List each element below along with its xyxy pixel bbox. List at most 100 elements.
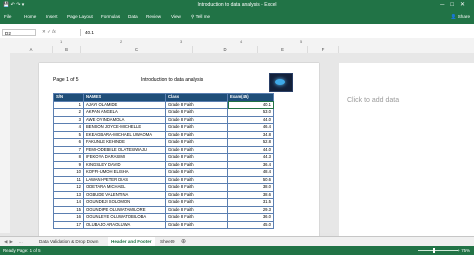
cell-class[interactable]: Grade 8 Faith [165, 153, 228, 162]
column-header-d[interactable]: D [193, 46, 258, 53]
cell-class[interactable]: Grade 8 Faith [165, 108, 228, 117]
cell-exam[interactable]: 44.0 [227, 115, 274, 124]
cell-exam[interactable]: 36.0 [227, 213, 274, 222]
cell-class[interactable]: Grade 8 Faith [165, 138, 228, 147]
cell-name[interactable]: IFEKOYA DARASIMI [83, 153, 166, 162]
zoom-slider-knob[interactable] [433, 248, 435, 253]
cell-class[interactable]: Grade 8 Faith [165, 175, 228, 184]
column-header-e[interactable]: E [258, 46, 308, 53]
tab-page-layout[interactable]: Page Layout [67, 14, 93, 19]
sheet-nav-arrows[interactable]: ◀▶ … [4, 239, 25, 245]
cell-sn[interactable]: 13 [53, 190, 84, 199]
next-page-area[interactable]: Click to add data [339, 63, 474, 238]
formula-input[interactable]: 40.1 [80, 29, 470, 36]
cell-sn[interactable]: 1 [53, 100, 84, 109]
cell-name[interactable]: AKPAN ANGELA [83, 108, 166, 117]
printed-page[interactable]: Page 1 of 5 Introduction to data analysi… [39, 63, 319, 238]
cell-sn[interactable]: 16 [53, 213, 84, 222]
cell-name[interactable]: AJAYI OLAMIDE [83, 100, 166, 109]
cell-exam[interactable]: 34.8 [227, 130, 274, 139]
cell-class[interactable]: Grade 8 Faith [165, 168, 228, 177]
tab-data[interactable]: Data [128, 14, 138, 19]
window-controls[interactable]: ─□✕ [440, 1, 471, 8]
cell-sn[interactable]: 9 [53, 160, 84, 169]
cell-sn[interactable]: 15 [53, 205, 84, 214]
column-header-c[interactable]: C [81, 46, 193, 53]
zoom-slider[interactable] [418, 250, 458, 251]
share-button[interactable]: 👤 Share [451, 14, 470, 20]
tab-view[interactable]: View [171, 14, 181, 19]
cell-sn[interactable]: 11 [53, 175, 84, 184]
sheet-tab-data-validation[interactable]: Data Validation & Drop Down [36, 237, 101, 246]
cell-exam[interactable]: 36.4 [227, 160, 274, 169]
header-exam[interactable]: Exam(45) [227, 93, 274, 102]
cell-name[interactable]: OLUBAJO ARAOLUWA [83, 220, 166, 229]
cell-class[interactable]: Grade 8 Faith [165, 183, 228, 192]
add-data-hint[interactable]: Click to add data [347, 97, 399, 104]
header-title[interactable]: Introduction to data analysis [141, 77, 203, 83]
header-sn[interactable]: S/N [53, 93, 84, 102]
cell-name[interactable]: AWE OYINDAMOLA [83, 115, 166, 124]
add-sheet-icon[interactable]: ⊕ [181, 238, 186, 245]
cell-exam[interactable]: 40.1 [227, 100, 274, 109]
header-logo-image[interactable] [269, 73, 293, 92]
cell-name[interactable]: BENSON JOYCE-MICHELLE [83, 123, 166, 132]
cell-sn[interactable]: 2 [53, 108, 84, 117]
cell-name[interactable]: ODETARA MICHAEL [83, 183, 166, 192]
zoom-level[interactable]: + 75% [457, 248, 470, 253]
cell-class[interactable]: Grade 8 Faith [165, 198, 228, 207]
column-header-f[interactable]: F [308, 46, 339, 53]
tab-insert[interactable]: Insert [46, 14, 58, 19]
cell-sn[interactable]: 7 [53, 145, 84, 154]
tab-file[interactable]: File [4, 14, 11, 19]
name-box[interactable]: D2 [2, 29, 36, 36]
cell-sn[interactable]: 6 [53, 138, 84, 147]
cell-class[interactable]: Grade 8 Faith [165, 115, 228, 124]
tab-review[interactable]: Review [146, 14, 161, 19]
cell-sn[interactable]: 5 [53, 130, 84, 139]
cell-exam[interactable]: 31.5 [227, 198, 274, 207]
tell-me-search[interactable]: ⚲ Tell me [191, 14, 210, 20]
cell-name[interactable]: EKEAGBARA-MICHAEL UWAOMA [83, 130, 166, 139]
cell-class[interactable]: Grade 8 Faith [165, 123, 228, 132]
cell-exam[interactable]: 52.8 [227, 138, 274, 147]
cell-class[interactable]: Grade 8 Faith [165, 220, 228, 229]
cell-exam[interactable]: 38.0 [227, 183, 274, 192]
header-names[interactable]: NAMES [83, 93, 166, 102]
header-class[interactable]: Class [165, 93, 228, 102]
cell-sn[interactable]: 12 [53, 183, 84, 192]
cell-name[interactable]: FEMI-ODEBIILE OLATESIWAJU [83, 145, 166, 154]
cell-exam[interactable]: 46.4 [227, 123, 274, 132]
cell-name[interactable]: OGBUDE VALENTINA [83, 190, 166, 199]
tab-formulas[interactable]: Formulas [101, 14, 120, 19]
cell-class[interactable]: Grade 8 Faith [165, 213, 228, 222]
cell-exam[interactable]: 53.0 [227, 108, 274, 117]
cell-exam[interactable]: 48.4 [227, 168, 274, 177]
cell-class[interactable]: Grade 8 Faith [165, 100, 228, 109]
cell-exam[interactable]: 50.6 [227, 175, 274, 184]
column-header-b[interactable]: B [53, 46, 81, 53]
cell-class[interactable]: Grade 8 Faith [165, 145, 228, 154]
cell-sn[interactable]: 17 [53, 220, 84, 229]
formula-icons[interactable]: ✕ ✓ fx [42, 29, 56, 35]
cell-name[interactable]: OGUNDIPE OLUWATAMILORE [83, 205, 166, 214]
cell-name[interactable]: FAKUNLE KEHINDE [83, 138, 166, 147]
cell-class[interactable]: Grade 8 Faith [165, 130, 228, 139]
cell-name[interactable]: OGUNDEJI SOLOMON [83, 198, 166, 207]
column-header-a[interactable]: A [10, 46, 53, 53]
cell-sn[interactable]: 3 [53, 115, 84, 124]
sheet-tab-sheet9[interactable]: Sheet9 [157, 237, 178, 246]
cell-name[interactable]: KOFFI-UMOH ELISHA [83, 168, 166, 177]
cell-class[interactable]: Grade 8 Faith [165, 190, 228, 199]
cell-exam[interactable]: 44.0 [227, 145, 274, 154]
cell-exam[interactable]: 38.6 [227, 190, 274, 199]
cell-exam[interactable]: 44.3 [227, 153, 274, 162]
cell-sn[interactable]: 10 [53, 168, 84, 177]
cell-name[interactable]: KINGSLEY DAVID [83, 160, 166, 169]
tab-home[interactable]: Home [24, 14, 36, 19]
cell-class[interactable]: Grade 8 Faith [165, 205, 228, 214]
cell-exam[interactable]: 45.0 [227, 220, 274, 229]
cell-class[interactable]: Grade 8 Faith [165, 160, 228, 169]
cell-sn[interactable]: 14 [53, 198, 84, 207]
cell-name[interactable]: LAWANI-PETER DIAS [83, 175, 166, 184]
